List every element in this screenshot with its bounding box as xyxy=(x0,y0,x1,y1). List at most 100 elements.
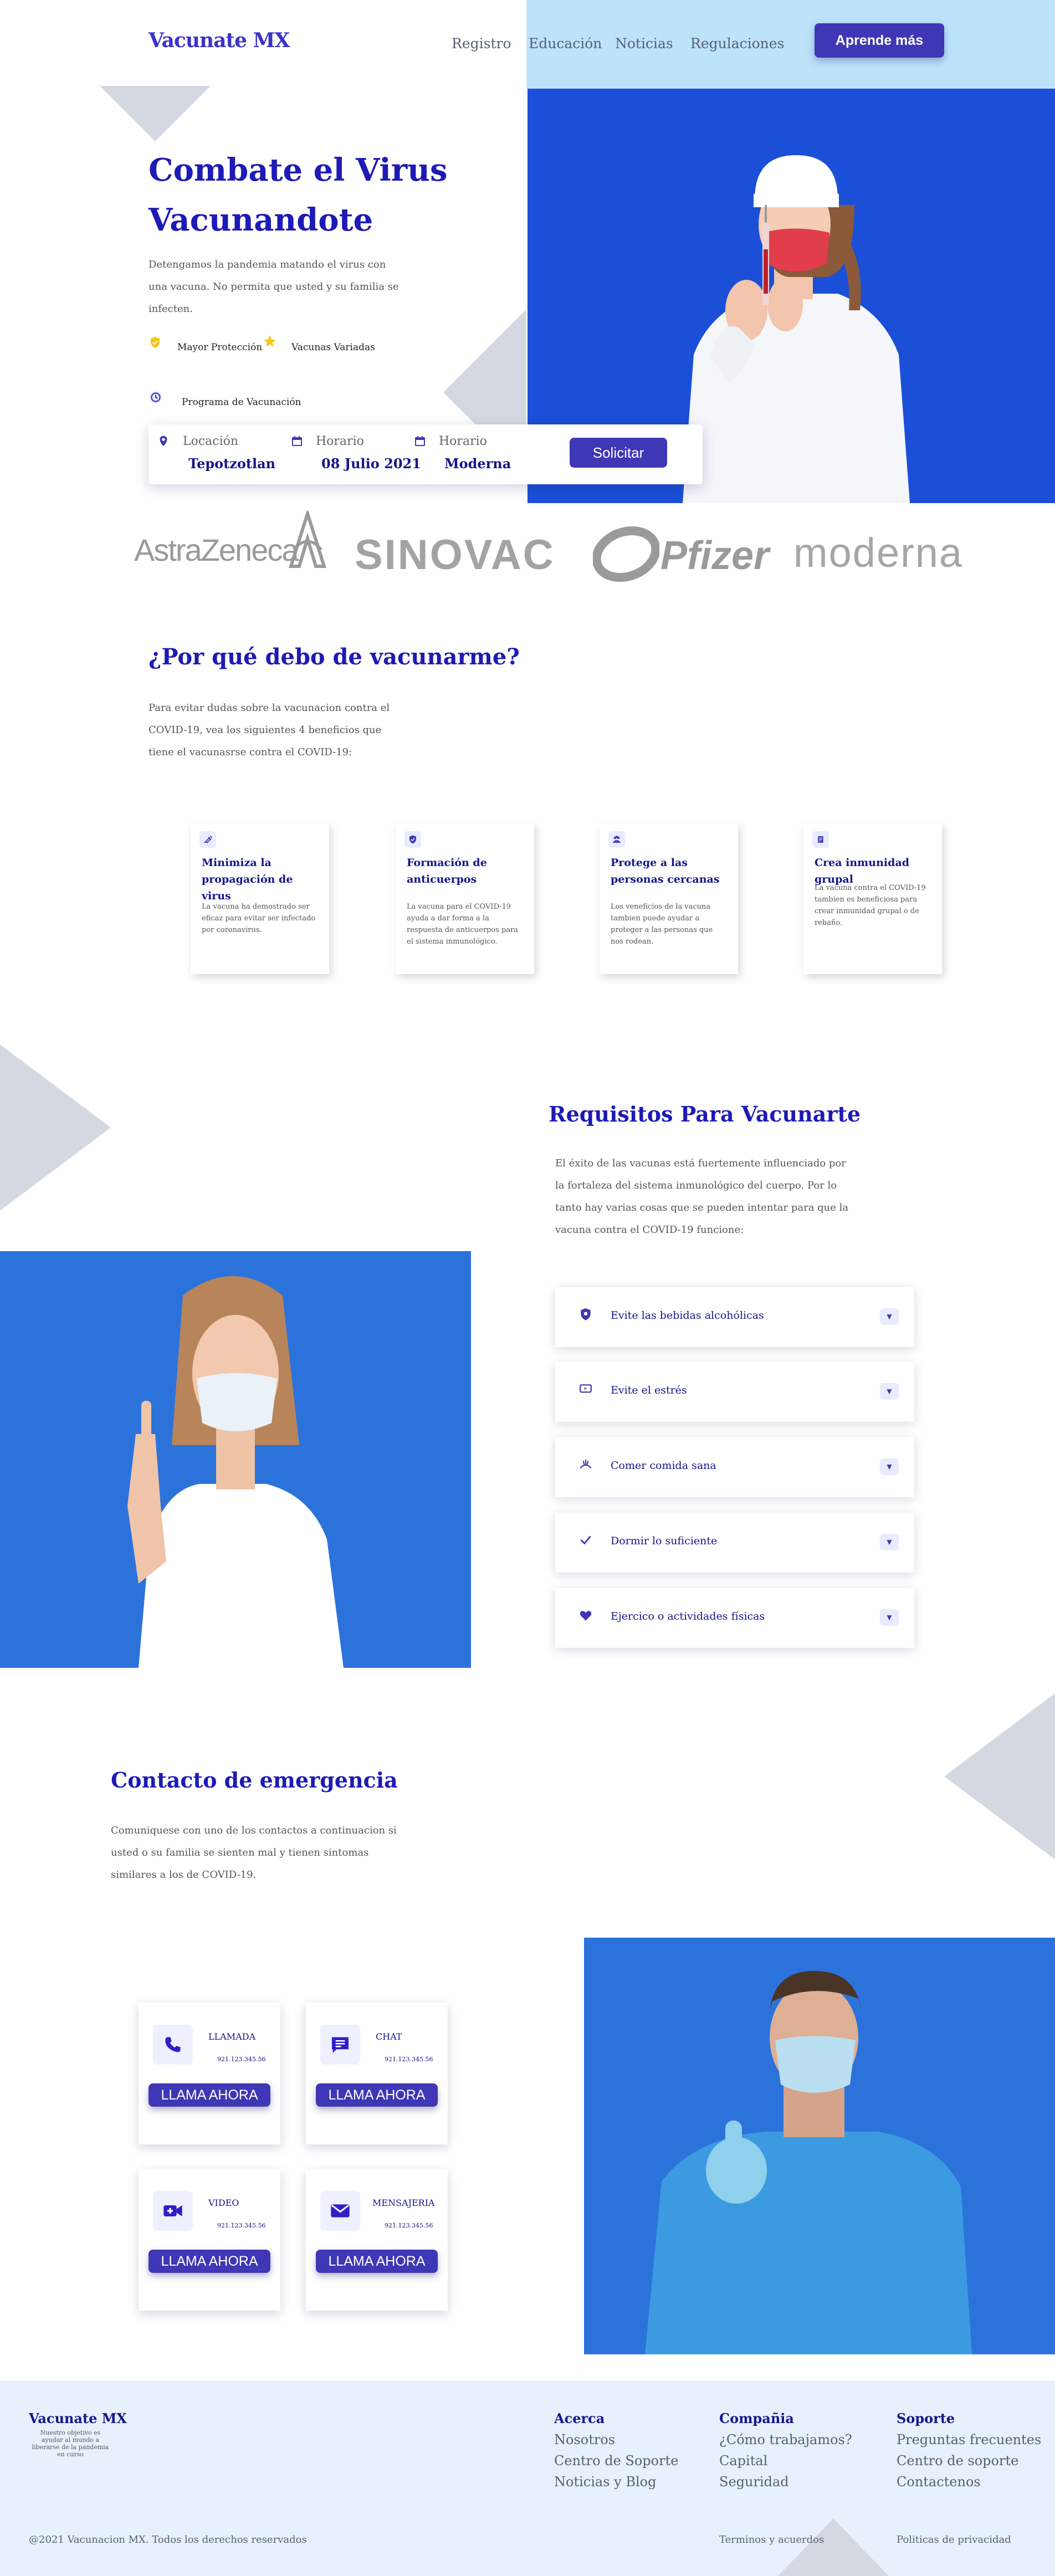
requirement-item[interactable]: Evite las bebidas alcohólicas ▼ xyxy=(555,1287,914,1347)
star-icon xyxy=(263,334,277,351)
clock-icon xyxy=(148,390,163,407)
requirement-label: Evite las bebidas alcohólicas xyxy=(611,1309,764,1322)
benefit-text: Los veneficios de la vacuna tambien pued… xyxy=(611,903,713,946)
solicitar-button[interactable]: Solicitar xyxy=(570,438,667,468)
phone-icon xyxy=(153,2025,193,2065)
contact-number: 921.123.345.56 xyxy=(385,2222,433,2229)
benefit-card: Minimiza la propagación de virus La vacu… xyxy=(191,823,329,974)
hero-description: Detengamos la pandemia matando el virus … xyxy=(148,259,399,315)
footer-link[interactable]: ¿Cómo trabajamos? xyxy=(719,2429,852,2450)
aprende-mas-button[interactable]: Aprende más xyxy=(815,23,944,58)
hero-title: Combate el Virus Vacunandote xyxy=(148,152,448,238)
nav-noticias[interactable]: Noticias xyxy=(615,35,673,52)
benefit-text: La vacuna ha demostrado ser eficaz para … xyxy=(202,903,316,934)
contact-number: 921.123.345.56 xyxy=(385,2056,433,2063)
privacy-link[interactable]: Politicas de privacidad xyxy=(897,2534,1011,2546)
contact-card-call: LLAMADA 921.123.345.56 LLAMA AHORA xyxy=(139,2003,280,2144)
check-icon xyxy=(578,1533,593,1549)
requirement-item[interactable]: Ejercico o actividades físicas ▼ xyxy=(555,1588,914,1648)
shield-check-icon xyxy=(148,336,162,351)
requirement-label: Evite el estrés xyxy=(611,1384,687,1396)
location-pin-icon xyxy=(157,434,170,450)
requirement-label: Comer comida sana xyxy=(611,1459,716,1472)
requirements-text: El éxito de las vacunas está fuertemente… xyxy=(555,1158,849,1236)
people-icon xyxy=(608,831,625,848)
requirements-title: Requisitos Para Vacunarte xyxy=(549,1102,861,1126)
chevron-down-icon[interactable]: ▼ xyxy=(880,1383,899,1400)
nav-regulaciones[interactable]: Regulaciones xyxy=(690,35,784,52)
footer-tagline: Nuestro objetivo es ayudar al mundo a li… xyxy=(32,2429,109,2458)
food-icon xyxy=(578,1457,593,1474)
footer-col-title: Soporte xyxy=(897,2410,955,2426)
requirement-label: Dormir lo suficiente xyxy=(611,1535,718,1547)
decor-triangle xyxy=(100,86,211,141)
video-icon xyxy=(153,2191,193,2231)
calendar-icon xyxy=(290,434,304,450)
benefit-text: La vacuna contra el COVID-19 tambien es … xyxy=(815,884,926,927)
requirement-label: Ejercico o actividades físicas xyxy=(611,1610,765,1622)
contact-label: LLAMADA xyxy=(208,2031,256,2042)
chevron-down-icon[interactable]: ▼ xyxy=(880,1534,899,1550)
brand-astrazeneca: AstraZeneca xyxy=(134,532,299,567)
benefit-title: Formación de anticuerpos xyxy=(407,857,487,885)
footer-link[interactable]: Capital xyxy=(719,2450,767,2471)
contact-card-video: VIDEO 921.123.345.56 LLAMA AHORA xyxy=(139,2169,280,2311)
calendar-icon xyxy=(413,434,427,450)
brand-sinovac: SINOVAC xyxy=(355,531,555,578)
contact-label: VIDEO xyxy=(208,2198,239,2208)
site-logo[interactable]: Vacunate MX xyxy=(148,29,290,52)
why-text: Para evitar dudas sobre la vacunacion co… xyxy=(148,702,390,758)
contact-label: CHAT xyxy=(376,2031,402,2042)
footer-link[interactable]: Contactenos xyxy=(897,2471,981,2492)
shield-icon xyxy=(578,1307,593,1324)
chevron-down-icon[interactable]: ▼ xyxy=(880,1609,899,1626)
decor-triangle xyxy=(0,1044,111,1211)
brand-pfizer: Pfizer xyxy=(660,534,770,578)
document-icon xyxy=(812,831,829,848)
footer-logo[interactable]: Vacunate MX xyxy=(29,2410,127,2426)
llama-ahora-button[interactable]: LLAMA AHORA xyxy=(316,2083,438,2107)
mail-icon xyxy=(320,2191,360,2231)
benefit-title: Minimiza la propagación de virus xyxy=(202,857,293,902)
benefit-card: Protege a las personas cercanas Los vene… xyxy=(600,823,738,974)
syringe-icon xyxy=(199,831,216,848)
nav-educacion[interactable]: Educación xyxy=(529,35,602,52)
footer-link[interactable]: Noticias y Blog xyxy=(554,2471,656,2492)
benefit-card: Formación de anticuerpos La vacuna para … xyxy=(396,823,534,974)
footer-link[interactable]: Seguridad xyxy=(719,2471,789,2492)
footer-link[interactable]: Nosotros xyxy=(554,2429,615,2450)
requirement-item[interactable]: Evite el estrés ▼ xyxy=(555,1362,914,1422)
footer-link[interactable]: Centro de Soporte xyxy=(554,2450,678,2471)
feature-programa: Programa de Vacunación xyxy=(182,397,301,408)
pfizer-symbol-icon xyxy=(592,524,660,587)
footer-link[interactable]: Centro de soporte xyxy=(897,2450,1018,2471)
location-select[interactable]: Tepotzotlan xyxy=(188,455,275,472)
llama-ahora-button[interactable]: LLAMA AHORA xyxy=(148,2250,270,2273)
footer-link[interactable]: Preguntas frecuentes xyxy=(897,2429,1041,2450)
date-select[interactable]: 08 Julio 2021 xyxy=(321,455,421,472)
requirement-item[interactable]: Dormir lo suficiente ▼ xyxy=(555,1513,914,1573)
benefit-title: Protege a las personas cercanas xyxy=(611,857,720,885)
doctor-thumbs-up-image xyxy=(584,1938,1055,2354)
copyright: @2021 Vacunacion MX. Todos los derechos … xyxy=(29,2534,307,2546)
terms-link[interactable]: Terminos y acuerdos xyxy=(719,2534,824,2546)
date-label: Horario xyxy=(316,434,364,448)
llama-ahora-button[interactable]: LLAMA AHORA xyxy=(148,2083,270,2107)
requirement-item[interactable]: Comer comida sana ▼ xyxy=(555,1437,914,1497)
contact-number: 921.123.345.56 xyxy=(217,2056,266,2063)
why-title: ¿Por qué debo de vacunarme? xyxy=(148,644,520,670)
llama-ahora-button[interactable]: LLAMA AHORA xyxy=(316,2250,438,2273)
vaccine-select[interactable]: Moderna xyxy=(444,455,511,472)
chevron-down-icon[interactable]: ▼ xyxy=(880,1308,899,1325)
benefit-card: Crea inmunidad grupal La vacuna contra e… xyxy=(803,823,942,974)
contact-label: MENSAJERIA xyxy=(372,2198,435,2208)
chat-icon xyxy=(320,2025,360,2065)
nav-registro[interactable]: Registro xyxy=(452,35,511,52)
monitor-icon xyxy=(578,1382,593,1399)
contact-title: Contacto de emergencia xyxy=(111,1768,398,1793)
chevron-down-icon[interactable]: ▼ xyxy=(880,1458,899,1475)
contact-text: Comuniquese con uno de los contactos a c… xyxy=(111,1825,397,1881)
footer-col-title: Compañia xyxy=(719,2410,794,2426)
heart-icon xyxy=(578,1608,593,1625)
benefit-text: La vacuna para el COVID-19 ayuda a dar f… xyxy=(407,903,518,946)
